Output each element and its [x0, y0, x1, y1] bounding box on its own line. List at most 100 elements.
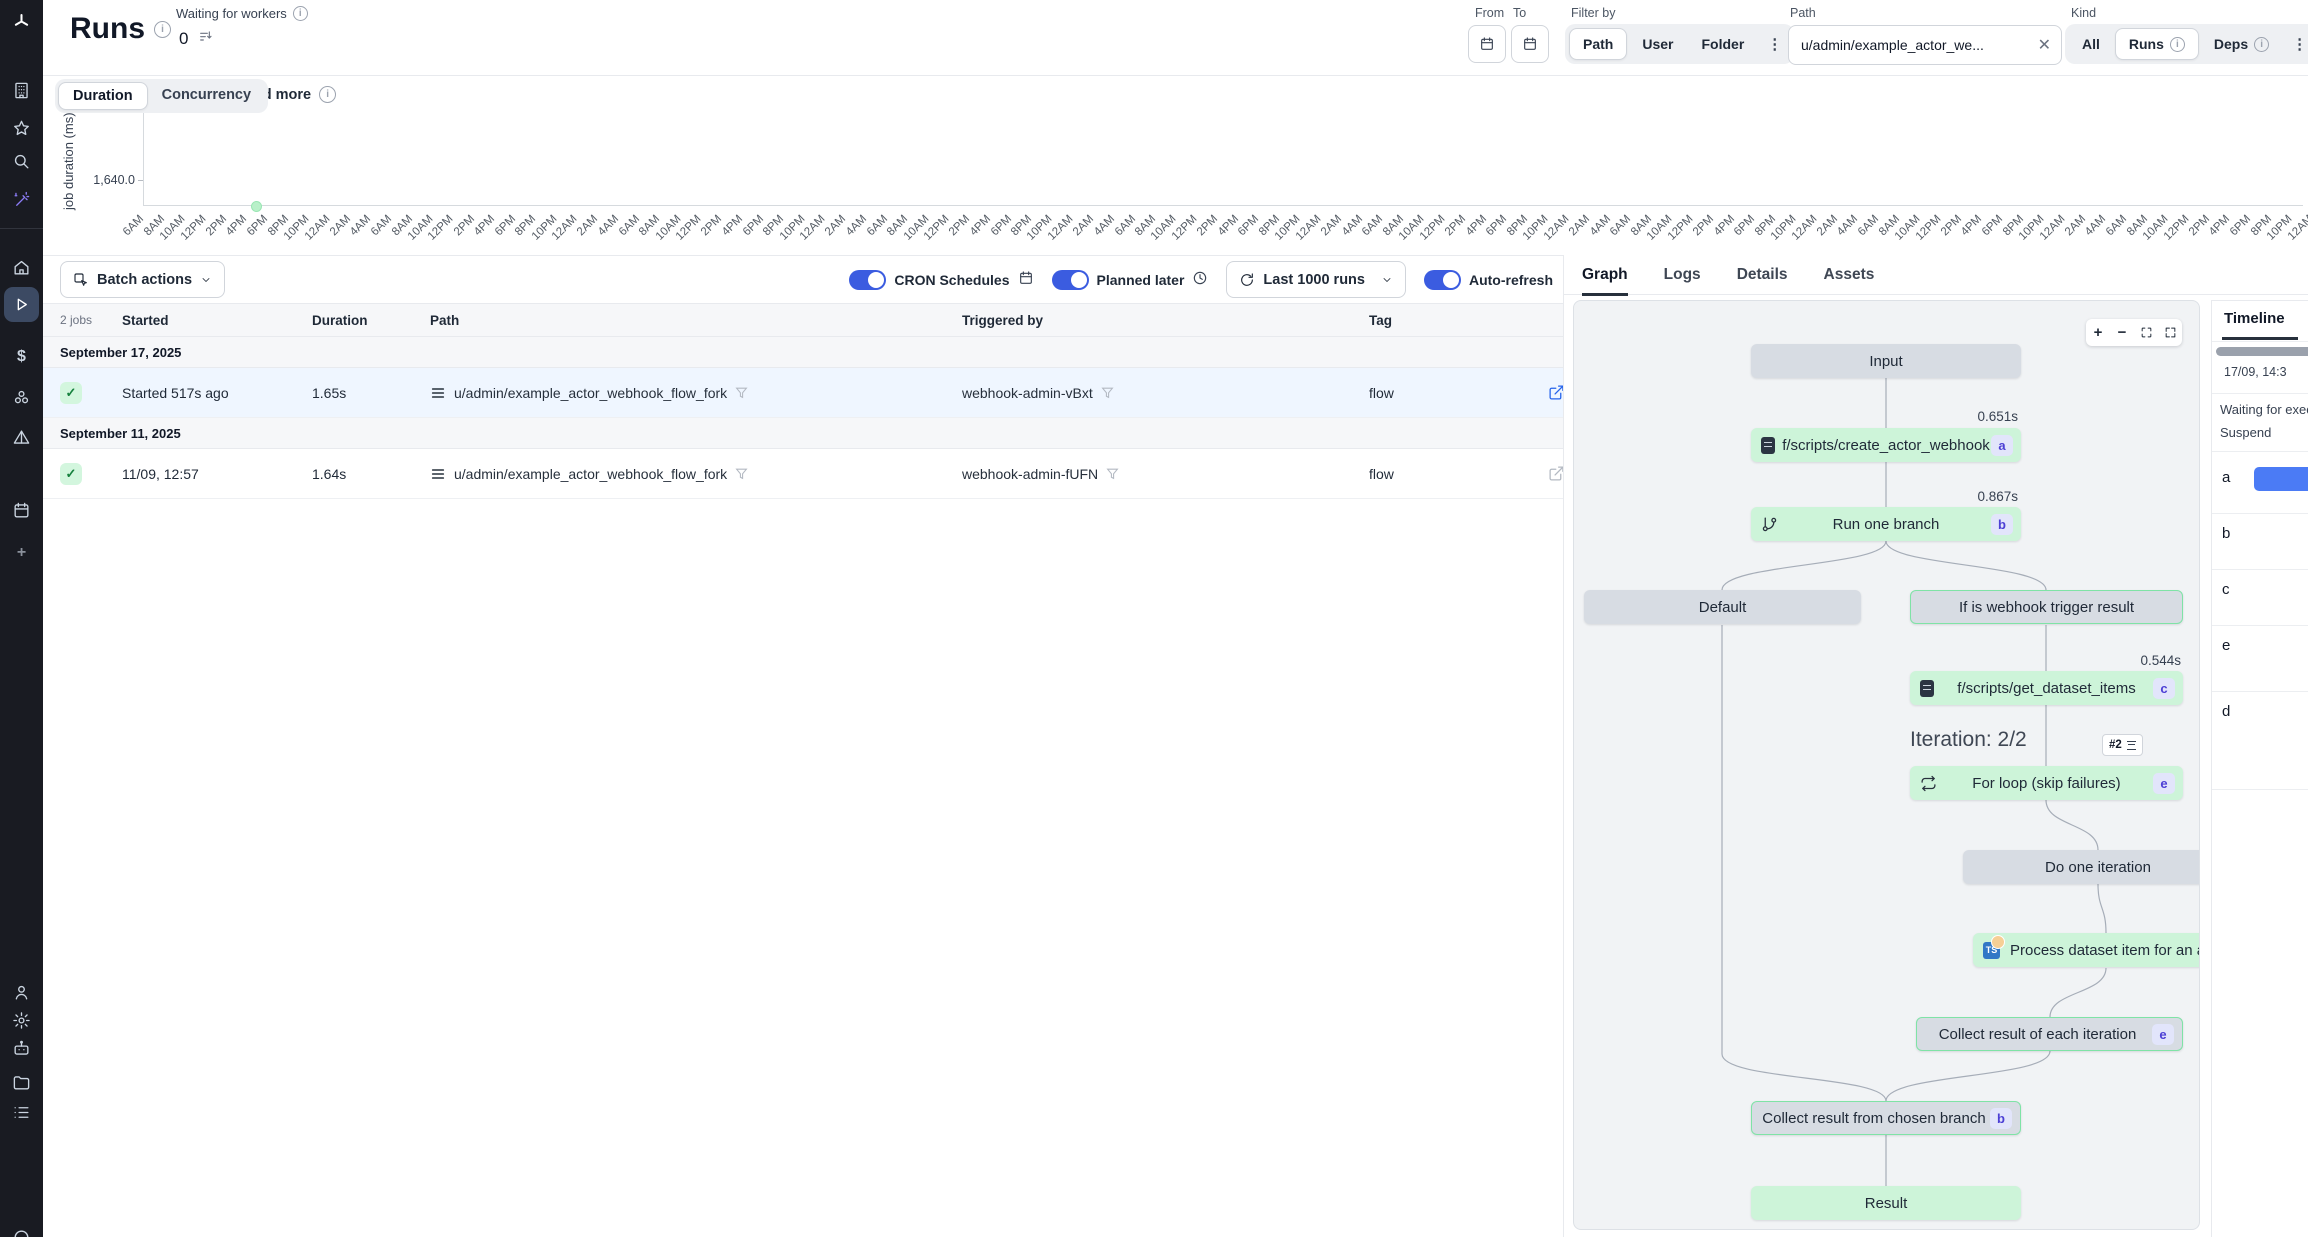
filter-more-kebab-icon[interactable]: ⋮: [1759, 35, 1790, 53]
triggered-filter-funnel-icon[interactable]: [1106, 467, 1119, 480]
x-tick-label: 8PM: [509, 210, 530, 255]
variables-dollar-icon[interactable]: $: [0, 342, 43, 372]
node-label: Run one branch: [1803, 516, 1970, 533]
x-tick-label: 12AM: [1542, 210, 1563, 255]
script-icon: [1920, 680, 1934, 697]
windmill-logo-icon[interactable]: [0, 6, 43, 36]
node-input[interactable]: Input: [1751, 344, 2021, 378]
settings-gear-icon[interactable]: [0, 1005, 43, 1035]
node-for-loop[interactable]: For loop (skip failures) e: [1910, 766, 2183, 800]
x-tick-label: 8AM: [633, 210, 654, 255]
x-tick-label: 6PM: [1728, 210, 1749, 255]
node-default-branch[interactable]: Default: [1584, 590, 1861, 624]
add-plus-icon[interactable]: +: [0, 538, 43, 568]
node-result[interactable]: Result: [1751, 1186, 2021, 1220]
expand-icon[interactable]: [2158, 319, 2182, 346]
iteration-selector-chip[interactable]: #2: [2102, 734, 2143, 756]
node-create-actor-webhook[interactable]: f/scripts/create_actor_webhook a: [1751, 428, 2021, 462]
x-tick-label: 2AM: [1811, 210, 1832, 255]
cron-schedules-toggle[interactable]: [849, 270, 886, 290]
favorites-star-icon[interactable]: [0, 113, 43, 143]
zoom-out-icon[interactable]: −: [2110, 319, 2134, 346]
runs-info-icon[interactable]: i: [154, 21, 171, 38]
tab-logs[interactable]: Logs: [1664, 255, 1701, 295]
node-process-dataset-item[interactable]: TS Process dataset item for an action: [1973, 933, 2200, 967]
workers-robot-icon[interactable]: [0, 1033, 43, 1063]
node-run-one-branch[interactable]: Run one branch b: [1751, 507, 2021, 541]
tab-duration[interactable]: Duration: [58, 82, 148, 110]
tab-graph[interactable]: Graph: [1582, 255, 1628, 295]
kind-tab-all[interactable]: All: [2069, 29, 2113, 59]
run-triggered-cell[interactable]: webhook-admin-fUFN: [962, 466, 1369, 482]
flow-graph-canvas[interactable]: + − Input 0.651s f/scripts/create_actor_…: [1573, 300, 2200, 1230]
kind-tab-runs[interactable]: Runsi: [2115, 28, 2199, 60]
x-tick-label: 2AM: [571, 210, 592, 255]
node-collect-iteration[interactable]: Collect result of each iteration e: [1916, 1017, 2183, 1051]
kind-label: Kind: [2071, 6, 2096, 20]
path-filter-funnel-icon[interactable]: [735, 467, 748, 480]
run-triggered-cell[interactable]: webhook-admin-vBxt: [962, 385, 1369, 401]
filter-tab-path[interactable]: Path: [1569, 28, 1627, 60]
user-icon[interactable]: [0, 977, 43, 1007]
x-tick-label: 10AM: [1646, 210, 1667, 255]
x-tick-label: 2AM: [819, 210, 840, 255]
clear-path-icon[interactable]: ✕: [2038, 35, 2051, 55]
node-collect-branch[interactable]: Collect result from chosen branch b: [1751, 1101, 2021, 1135]
timeline-title[interactable]: Timeline: [2224, 310, 2285, 327]
schedules-calendar-icon[interactable]: [0, 495, 43, 525]
run-row[interactable]: ✓ Started 517s ago 1.65s u/admin/example…: [43, 368, 1563, 418]
x-tick-label: 2PM: [2183, 210, 2204, 255]
kind-tab-deps[interactable]: Depsi: [2201, 29, 2282, 59]
folders-icon[interactable]: [0, 1067, 43, 1097]
audit-list-icon[interactable]: [0, 1097, 43, 1127]
workspace-building-icon[interactable]: [0, 75, 43, 105]
triggered-filter-funnel-icon[interactable]: [1101, 386, 1114, 399]
tab-assets[interactable]: Assets: [1824, 255, 1875, 295]
run-path-cell[interactable]: u/admin/example_actor_webhook_flow_fork: [430, 466, 962, 482]
fit-view-icon[interactable]: [2134, 319, 2158, 346]
graph-zoom-controls: + −: [2086, 319, 2182, 346]
timeline-bar-a[interactable]: [2254, 467, 2308, 491]
path-filter-input[interactable]: [1799, 36, 2030, 54]
to-date-button[interactable]: [1511, 25, 1549, 63]
filter-tab-user[interactable]: User: [1629, 29, 1686, 59]
ai-wand-icon[interactable]: [0, 185, 43, 215]
zoom-in-icon[interactable]: +: [2086, 319, 2110, 346]
run-row[interactable]: ✓ 11/09, 12:57 1.64s u/admin/example_act…: [43, 449, 1563, 499]
node-do-one-iteration[interactable]: Do one iteration: [1963, 850, 2200, 884]
waiting-count-value: 0: [179, 29, 188, 49]
auto-refresh-toggle[interactable]: [1424, 270, 1461, 290]
tab-concurrency[interactable]: Concurrency: [148, 82, 265, 110]
tab-details[interactable]: Details: [1737, 255, 1788, 295]
help-circle-icon[interactable]: [0, 1222, 43, 1237]
planned-later-toggle[interactable]: [1052, 270, 1089, 290]
x-tick-label: 12AM: [1790, 210, 1811, 255]
from-date-button[interactable]: [1468, 25, 1506, 63]
x-tick-label: 4PM: [1955, 210, 1976, 255]
search-icon[interactable]: [0, 146, 43, 176]
node-if-webhook-branch[interactable]: If is webhook trigger result: [1910, 590, 2183, 624]
x-tick-label: 10AM: [2141, 210, 2162, 255]
node-label: Collect result from chosen branch: [1752, 1110, 2019, 1127]
x-tick-label: 6PM: [985, 210, 1006, 255]
node-get-dataset-items[interactable]: f/scripts/get_dataset_items c: [1910, 671, 2183, 705]
run-path-cell[interactable]: u/admin/example_actor_webhook_flow_fork: [430, 385, 962, 401]
waiting-filter-icon[interactable]: [198, 28, 214, 49]
y-axis-tick: 1,640.0: [85, 173, 135, 187]
home-icon[interactable]: [0, 252, 43, 282]
waiting-info-icon[interactable]: i: [293, 6, 308, 21]
x-tick-label: 8AM: [1873, 210, 1894, 255]
assets-prism-icon[interactable]: [0, 422, 43, 452]
path-filter-funnel-icon[interactable]: [735, 386, 748, 399]
sidebar-item-runs[interactable]: [4, 287, 39, 322]
last-runs-dropdown[interactable]: Last 1000 runs: [1226, 261, 1406, 298]
resources-icon[interactable]: [0, 382, 43, 412]
iteration-menu-icon: [2127, 741, 2136, 750]
x-tick-label: 4AM: [1336, 210, 1357, 255]
kind-more-kebab-icon[interactable]: ⋮: [2284, 35, 2308, 53]
batch-actions-button[interactable]: Batch actions: [60, 261, 225, 298]
filter-tab-folder[interactable]: Folder: [1688, 29, 1757, 59]
x-tick-label: 8PM: [1253, 210, 1274, 255]
x-tick-label: 12PM: [1170, 210, 1191, 255]
planned-later-label: Planned later: [1097, 272, 1185, 288]
